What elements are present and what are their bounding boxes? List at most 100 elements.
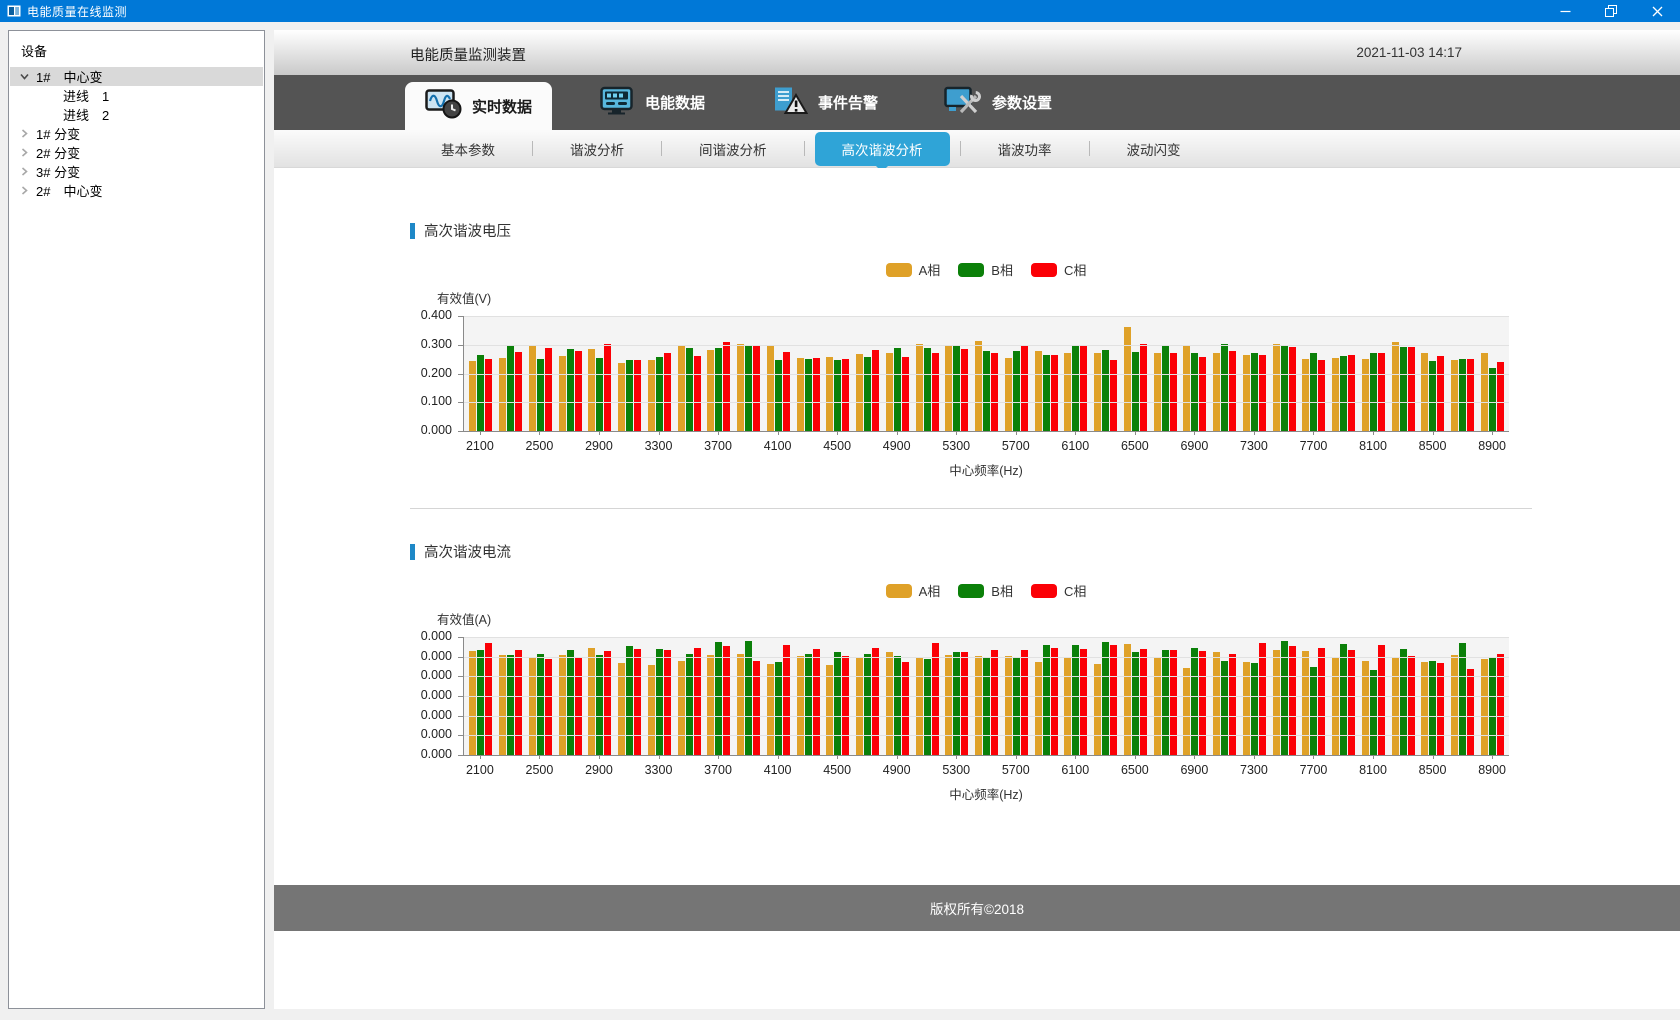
bar-A相-6700[interactable] [1154, 658, 1161, 755]
bar-C相-6700[interactable] [1170, 353, 1177, 431]
bar-A相-8300[interactable] [1392, 658, 1399, 755]
bar-C相-3300[interactable] [664, 353, 671, 431]
bar-C相-8700[interactable] [1467, 669, 1474, 755]
bar-C相-8100[interactable] [1378, 645, 1385, 755]
bar-A相-5700[interactable] [1005, 656, 1012, 755]
subtab-basic-parameters[interactable]: 基本参数 [414, 132, 522, 166]
bar-B相-2900[interactable] [596, 655, 603, 755]
chevron-right-icon[interactable] [19, 185, 31, 196]
bar-B相-2300[interactable] [507, 655, 514, 755]
bar-A相-2500[interactable] [529, 658, 536, 755]
bar-B相-3700[interactable] [715, 348, 722, 431]
bar-B相-5500[interactable] [983, 658, 990, 755]
bar-A相-5100[interactable] [916, 658, 923, 755]
bar-A相-5100[interactable] [916, 344, 923, 431]
bar-B相-6700[interactable] [1162, 650, 1169, 755]
legend-item-A相[interactable]: A相 [886, 260, 941, 279]
legend-item-B相[interactable]: B相 [958, 260, 1013, 279]
tree-item-3-sub-transformer[interactable]: 3# 分变 [10, 162, 263, 181]
bar-B相-8300[interactable] [1400, 347, 1407, 431]
bar-C相-7300[interactable] [1259, 355, 1266, 431]
bar-C相-6300[interactable] [1110, 360, 1117, 431]
bar-B相-3100[interactable] [626, 360, 633, 431]
tree-item-2-sub-transformer[interactable]: 2# 分变 [10, 143, 263, 162]
bar-C相-2900[interactable] [604, 651, 611, 755]
bar-A相-4700[interactable] [856, 657, 863, 755]
bar-B相-2700[interactable] [567, 650, 574, 755]
bar-A相-7300[interactable] [1243, 355, 1250, 431]
bar-C相-7100[interactable] [1229, 654, 1236, 755]
bar-A相-6900[interactable] [1183, 668, 1190, 755]
bar-A相-4900[interactable] [886, 353, 893, 431]
bar-B相-2300[interactable] [507, 346, 514, 431]
bar-B相-6500[interactable] [1132, 652, 1139, 755]
bar-C相-3300[interactable] [664, 650, 671, 755]
tree-item-2-center-transformer[interactable]: 2# 中心变 [10, 181, 263, 200]
bar-B相-7100[interactable] [1221, 661, 1228, 755]
bar-A相-6900[interactable] [1183, 346, 1190, 431]
bar-C相-6100[interactable] [1080, 649, 1087, 755]
bar-B相-4900[interactable] [894, 656, 901, 755]
bar-C相-7500[interactable] [1289, 646, 1296, 755]
bar-C相-2300[interactable] [515, 352, 522, 431]
bar-A相-2300[interactable] [499, 655, 506, 755]
bar-A相-4100[interactable] [767, 664, 774, 755]
bar-C相-6500[interactable] [1140, 344, 1147, 431]
bar-C相-8900[interactable] [1497, 362, 1504, 431]
tab-parameter-settings[interactable]: 参数设置 [924, 75, 1072, 130]
bar-B相-8700[interactable] [1459, 643, 1466, 755]
bar-C相-2100[interactable] [485, 359, 492, 431]
bar-A相-5700[interactable] [1005, 358, 1012, 431]
bar-B相-5100[interactable] [924, 659, 931, 755]
bar-C相-3900[interactable] [753, 346, 760, 431]
subtab-interharmonic-analysis[interactable]: 间谐波分析 [672, 132, 794, 166]
bar-A相-4500[interactable] [826, 665, 833, 755]
bar-C相-6100[interactable] [1080, 346, 1087, 431]
bar-C相-4900[interactable] [902, 357, 909, 431]
bar-C相-6900[interactable] [1199, 357, 1206, 431]
bar-A相-8900[interactable] [1481, 353, 1488, 431]
bar-A相-7900[interactable] [1332, 658, 1339, 755]
bar-B相-4300[interactable] [805, 359, 812, 431]
subtab-harmonic-power[interactable]: 谐波功率 [971, 132, 1079, 166]
bar-C相-2500[interactable] [545, 659, 552, 755]
minimize-button[interactable] [1542, 0, 1588, 22]
bar-B相-8700[interactable] [1459, 359, 1466, 431]
bar-B相-5300[interactable] [953, 346, 960, 431]
bar-B相-7500[interactable] [1281, 641, 1288, 755]
bar-C相-8900[interactable] [1497, 654, 1504, 755]
bar-A相-5500[interactable] [975, 341, 982, 431]
bar-C相-6500[interactable] [1140, 649, 1147, 755]
bar-B相-8900[interactable] [1489, 658, 1496, 755]
bar-C相-3700[interactable] [723, 342, 730, 431]
bar-C相-4700[interactable] [872, 648, 879, 755]
bar-A相-5300[interactable] [945, 655, 952, 755]
bar-A相-4900[interactable] [886, 652, 893, 755]
bar-B相-7900[interactable] [1340, 644, 1347, 755]
bar-C相-8300[interactable] [1408, 347, 1415, 431]
bar-C相-8100[interactable] [1378, 353, 1385, 431]
legend-item-C相[interactable]: C相 [1031, 581, 1086, 600]
tab-event-alarm[interactable]: 事件告警 [751, 75, 898, 130]
bar-A相-7700[interactable] [1302, 359, 1309, 431]
bar-A相-5500[interactable] [975, 656, 982, 755]
bar-C相-2900[interactable] [604, 344, 611, 431]
bar-C相-2100[interactable] [485, 643, 492, 755]
bar-B相-7700[interactable] [1310, 353, 1317, 431]
bar-A相-3500[interactable] [678, 661, 685, 755]
bar-A相-6500[interactable] [1124, 327, 1131, 431]
bar-C相-3100[interactable] [634, 360, 641, 431]
bar-C相-5500[interactable] [991, 650, 998, 755]
bar-A相-7100[interactable] [1213, 353, 1220, 431]
bar-B相-3500[interactable] [686, 348, 693, 431]
bar-A相-8900[interactable] [1481, 659, 1488, 755]
bar-C相-7900[interactable] [1348, 355, 1355, 431]
bar-A相-6300[interactable] [1094, 353, 1101, 431]
bar-C相-3500[interactable] [694, 356, 701, 431]
bar-A相-3700[interactable] [707, 350, 714, 431]
bar-B相-3300[interactable] [656, 649, 663, 755]
bar-A相-6100[interactable] [1064, 353, 1071, 431]
bar-C相-7500[interactable] [1289, 347, 1296, 431]
bar-A相-7700[interactable] [1302, 651, 1309, 755]
bar-C相-5900[interactable] [1051, 355, 1058, 431]
